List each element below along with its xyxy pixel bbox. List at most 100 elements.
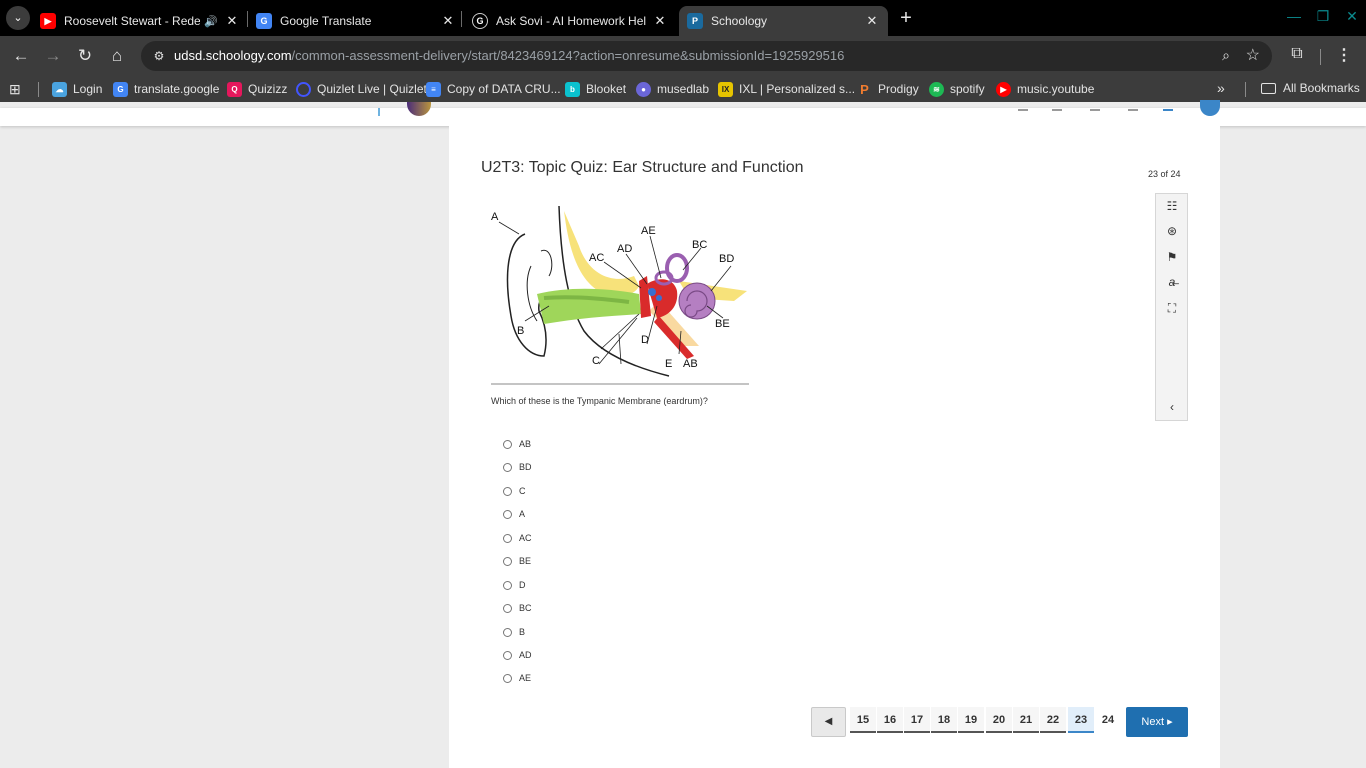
bookmark-blooket[interactable]: b Blooket [565,81,626,97]
schoology-icon: P [687,13,703,29]
bookmark-musedlab[interactable]: ● musedlab [636,81,709,97]
answer-choice[interactable]: D [503,578,526,592]
header-icon[interactable] [1018,104,1028,111]
bookmarks-divider [1245,82,1246,97]
answer-choice[interactable]: A [503,507,525,521]
zoom-icon[interactable]: ⌕ [1222,47,1230,64]
header-icon[interactable] [1163,104,1173,111]
close-window-icon[interactable]: ✕ [1341,8,1363,25]
new-tab-button[interactable]: + [896,8,916,28]
page-button-21[interactable]: 21 [1013,707,1039,733]
strikethrough-icon[interactable]: a̶ [1164,274,1180,290]
radio-button[interactable] [503,509,512,519]
radio-button[interactable] [503,627,512,637]
restore-icon[interactable]: ❐ [1312,8,1334,25]
google-translate-icon: G [113,81,128,97]
diagram-label-e: E [665,358,672,370]
page-button-18[interactable]: 18 [931,707,957,733]
page-content: U2T3: Topic Quiz: Ear Structure and Func… [0,100,1366,768]
bookmark-login[interactable]: ☁ Login [52,81,102,97]
url-text[interactable]: udsd.schoology.com/common-assessment-del… [174,48,844,63]
close-tab-icon[interactable]: ✕ [652,13,668,29]
fullscreen-icon[interactable]: ⛶ [1164,300,1180,316]
radio-button[interactable] [503,673,512,683]
speaker-icon[interactable]: 🔊 [204,15,218,28]
answer-choice[interactable]: BC [503,601,532,615]
header-icon[interactable] [1052,104,1062,111]
radio-button[interactable] [503,533,512,543]
forward-icon[interactable]: → [41,44,65,68]
more-bookmarks-icon[interactable]: » [1217,80,1225,96]
accessibility-icon[interactable]: ⊛ [1164,223,1180,239]
minimize-icon[interactable]: — [1283,8,1305,24]
page-button-19[interactable]: 19 [958,707,984,733]
list-icon[interactable]: ☷ [1164,198,1180,214]
answer-choice[interactable]: AB [503,437,531,451]
page-button-15[interactable]: 15 [850,707,876,733]
extensions-icon[interactable]: ⧉ [1286,45,1308,63]
bookmark-ixl[interactable]: IX IXL | Personalized s... [718,81,855,97]
quizlet-icon [296,81,311,97]
ixl-icon: IX [718,81,733,97]
collapse-icon[interactable]: ‹ [1164,399,1180,415]
apps-grid-icon[interactable]: ⊞ [9,81,25,97]
tab-google-translate[interactable]: G Google Translate ✕ [256,6,456,36]
tab-youtube[interactable]: ▶ Roosevelt Stewart - Redeem 🔊 ✕ [40,6,240,36]
page-button-20[interactable]: 20 [986,707,1012,733]
next-button[interactable]: Next ▸ [1126,707,1188,737]
diagram-label-ac: AC [589,252,604,264]
bookmark-music-youtube[interactable]: ▶ music.youtube [996,81,1094,97]
radio-button[interactable] [503,439,512,449]
bookmark-quizlet-live[interactable]: Quizlet Live | Quizlet [296,81,427,97]
radio-button[interactable] [503,556,512,566]
bookmark-prodigy[interactable]: P Prodigy [857,81,919,97]
header-divider [378,108,380,116]
answer-choice[interactable]: C [503,484,526,498]
header-icon[interactable] [1090,104,1100,111]
answer-choice[interactable]: AD [503,648,532,662]
back-icon[interactable]: ← [9,44,33,68]
page-button-22[interactable]: 22 [1040,707,1066,733]
folder-icon [1261,82,1276,94]
radio-button[interactable] [503,650,512,660]
answer-choice[interactable]: BE [503,554,531,568]
bookmark-translate[interactable]: Gtranslate.google [113,81,219,97]
answer-choice[interactable]: B [503,625,525,639]
address-bar[interactable]: ⚙ udsd.schoology.com/common-assessment-d… [141,41,1272,71]
home-icon[interactable]: ⌂ [105,44,129,68]
tab-sovi[interactable]: G Ask Sovi - AI Homework Helper ✕ [472,6,668,36]
bookmark-spotify[interactable]: ≋ spotify [929,81,985,97]
bookmark-star-icon[interactable]: ☆ [1246,45,1260,65]
radio-button[interactable] [503,580,512,590]
sovi-icon: G [472,13,488,29]
flag-icon[interactable]: ⚑ [1164,249,1180,265]
bookmark-data-cru[interactable]: ≡ Copy of DATA CRU... [426,81,561,97]
tab-search-button[interactable]: ⌄ [6,6,30,30]
answer-choice[interactable]: BD [503,460,532,474]
radio-button[interactable] [503,603,512,613]
all-bookmarks-button[interactable]: All Bookmarks [1261,81,1360,95]
reload-icon[interactable]: ↻ [73,44,97,68]
answer-choice[interactable]: AC [503,531,532,545]
answer-choice[interactable]: AE [503,671,531,685]
close-tab-icon[interactable]: ✕ [224,13,240,29]
header-icon[interactable] [1128,104,1138,111]
page-button-17[interactable]: 17 [904,707,930,733]
bookmarks-divider [38,82,39,97]
district-logo[interactable] [407,102,431,116]
previous-button[interactable]: ◀ [811,707,846,737]
page-button-16[interactable]: 16 [877,707,903,733]
radio-button[interactable] [503,462,512,472]
more-menu-icon[interactable]: ⋮ [1336,45,1352,65]
avatar[interactable] [1200,100,1220,116]
site-info-icon[interactable]: ⚙ [151,48,167,64]
bookmark-quizizz[interactable]: Q Quizizz [227,81,287,97]
close-tab-icon[interactable]: ✕ [864,13,880,29]
close-tab-icon[interactable]: ✕ [440,13,456,29]
google-docs-icon: ≡ [426,81,441,97]
browser-toolbar: ← → ↻ ⌂ ⚙ udsd.schoology.com/common-asse… [0,36,1366,76]
page-button-24[interactable]: 24 [1095,707,1121,733]
page-button-23[interactable]: 23 [1068,707,1094,733]
radio-button[interactable] [503,486,512,496]
tab-schoology[interactable]: P Schoology ✕ [679,6,888,36]
